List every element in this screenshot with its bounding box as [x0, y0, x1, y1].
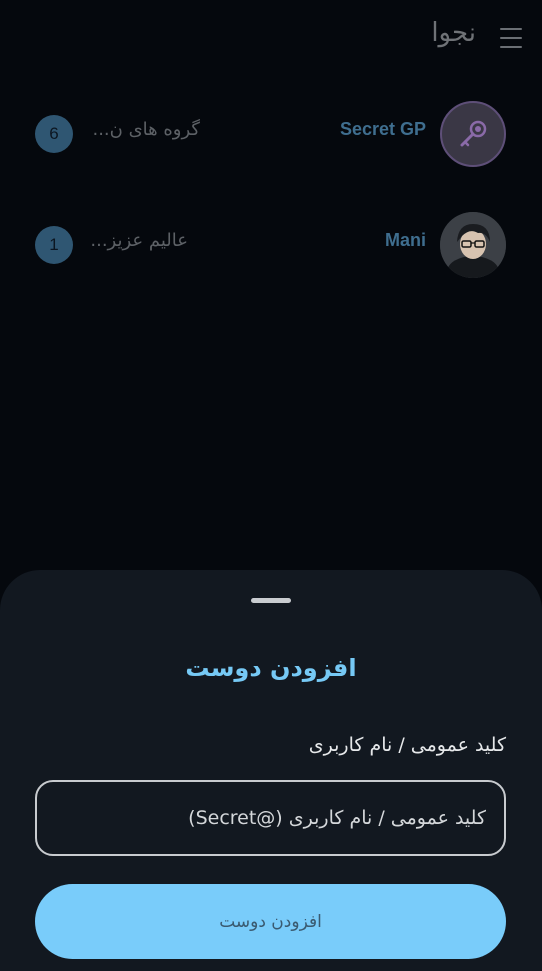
sheet-title: افزودن دوست: [185, 654, 357, 682]
menu-icon[interactable]: [500, 28, 522, 48]
add-friend-button[interactable]: افزودن دوست: [35, 884, 506, 959]
unread-badge: 1: [35, 226, 73, 264]
key-icon: [460, 120, 487, 147]
chat-name: Secret GP: [339, 119, 426, 139]
avatar: [440, 212, 506, 278]
app-screen: نجوا Secret GP گروه های ن... 6 Mani عالی…: [0, 0, 542, 971]
sheet-drag-handle[interactable]: [251, 598, 291, 603]
chat-name: Mani: [384, 230, 426, 250]
chat-item-mani[interactable]: Mani عالیم عزیز... 1: [0, 212, 542, 292]
app-header: نجوا: [0, 0, 542, 76]
app-title: نجوا: [431, 18, 476, 48]
field-label: کلید عمومی / نام کاربری: [308, 734, 506, 756]
chat-item-secret-gp[interactable]: Secret GP گروه های ن... 6: [0, 101, 542, 181]
public-key-username-input[interactable]: [35, 780, 506, 856]
chat-preview: عالیم عزیز...: [90, 230, 188, 251]
profile-photo: [440, 212, 506, 278]
add-friend-sheet: افزودن دوست کلید عمومی / نام کاربری افزو…: [0, 570, 542, 971]
unread-badge: 6: [35, 115, 73, 153]
group-avatar: [440, 101, 506, 167]
chat-preview: گروه های ن...: [92, 119, 200, 140]
